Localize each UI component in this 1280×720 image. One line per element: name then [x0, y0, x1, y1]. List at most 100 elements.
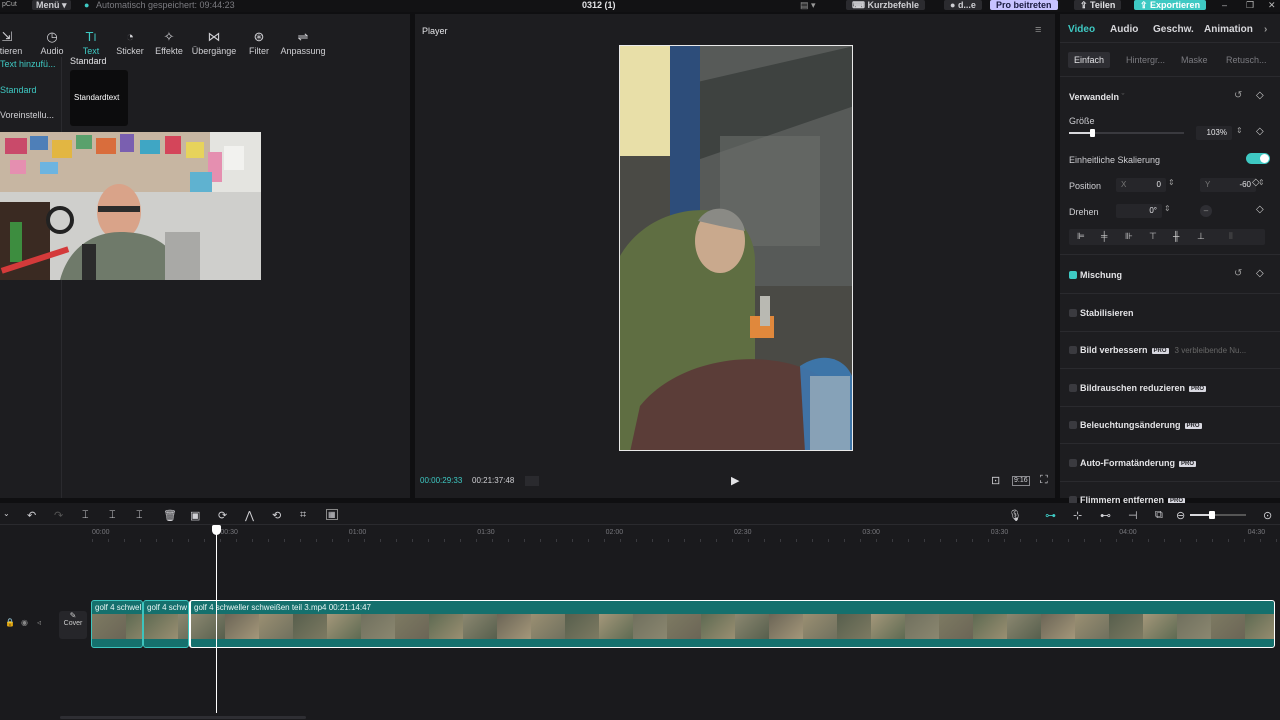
rotate-field[interactable]: 0°: [1116, 204, 1162, 218]
section-checkbox[interactable]: [1069, 421, 1077, 429]
size-field[interactable]: 103%: [1196, 126, 1232, 140]
position-keyframe-icon[interactable]: ◇: [1252, 177, 1260, 188]
cover-button[interactable]: ✎ Cover: [59, 611, 87, 639]
align-bottom-icon[interactable]: ⊥: [1197, 231, 1205, 242]
mute-icon[interactable]: ◃: [37, 618, 41, 627]
ai-feature-icon[interactable]: ▦: [326, 509, 338, 520]
play-icon[interactable]: ▶: [731, 474, 739, 487]
captions-icon[interactable]: ⧉: [1155, 509, 1163, 522]
align-middle-v-icon[interactable]: ╫: [1173, 231, 1179, 241]
nav-add-text[interactable]: Text hinzufü...: [0, 59, 56, 69]
speed-icon[interactable]: ⟳: [218, 509, 227, 522]
zoom-slider-knob[interactable]: [1209, 511, 1215, 519]
timeline-clip[interactable]: golf 4 schwel: [91, 600, 143, 648]
size-slider-knob[interactable]: [1090, 129, 1095, 137]
size-keyframe-icon[interactable]: ◇: [1256, 126, 1264, 137]
video-preview[interactable]: [619, 45, 853, 451]
reset-icon[interactable]: ↺: [1234, 90, 1242, 101]
snapshot-icon[interactable]: ⊡: [991, 474, 1000, 487]
timecode-toggle-icon[interactable]: [525, 476, 539, 486]
tool-adjust[interactable]: ⇌ Anpassung: [278, 30, 328, 57]
size-slider[interactable]: [1069, 129, 1184, 137]
preview-axis-icon[interactable]: ⊣: [1128, 509, 1138, 522]
playhead-handle[interactable]: [212, 525, 221, 535]
tab-speed[interactable]: Geschw.: [1153, 24, 1194, 35]
shortcuts-button[interactable]: ⌨ Kurzbefehle: [846, 0, 926, 10]
close-icon[interactable]: ✕: [1268, 0, 1276, 10]
fullscreen-icon[interactable]: ⛶: [1040, 474, 1048, 487]
section-checkbox[interactable]: [1069, 309, 1077, 317]
main-track-magnet-icon[interactable]: ⊶: [1045, 509, 1056, 522]
microphone-icon[interactable]: 🎙: [1008, 509, 1022, 522]
subtab-retouch[interactable]: Retusch...: [1226, 55, 1267, 65]
rotate-stepper-icon[interactable]: ⇕: [1164, 204, 1171, 213]
user-account-button[interactable]: ● d...e: [944, 0, 982, 10]
rotate-dial-icon[interactable]: –: [1200, 205, 1212, 217]
align-right-icon[interactable]: ⊪: [1125, 231, 1133, 242]
horizontal-scrollbar[interactable]: [60, 716, 306, 719]
link-icon[interactable]: ⊷: [1100, 509, 1111, 522]
chevron-down-icon[interactable]: ⌄: [3, 509, 10, 518]
tab-audio[interactable]: Audio: [1110, 24, 1138, 35]
freeze-icon[interactable]: ▣: [190, 509, 200, 522]
zoom-out-icon[interactable]: ⊖: [1176, 509, 1185, 522]
size-stepper-icon[interactable]: ⇕: [1236, 126, 1243, 135]
delete-icon[interactable]: 🗑: [163, 509, 177, 522]
minimize-icon[interactable]: –: [1222, 0, 1227, 10]
crop-icon[interactable]: ⌗: [300, 509, 306, 522]
maximize-icon[interactable]: ❐: [1246, 0, 1254, 10]
mirror-icon[interactable]: ⋀: [245, 509, 254, 522]
lock-icon[interactable]: 🔒: [5, 618, 15, 627]
align-center-h-icon[interactable]: ╪: [1101, 231, 1107, 241]
undo-icon[interactable]: ↶: [27, 509, 36, 522]
align-top-icon[interactable]: ⊤: [1149, 231, 1157, 242]
section-checkbox[interactable]: [1069, 384, 1077, 392]
standard-text-preset[interactable]: Standardtext: [70, 70, 128, 126]
uniform-scale-toggle[interactable]: [1246, 153, 1270, 164]
nav-standard[interactable]: Standard: [0, 85, 37, 95]
player-menu-icon[interactable]: ≡: [1035, 24, 1041, 36]
tool-effects[interactable]: ✧ Effekte: [144, 30, 194, 57]
timeline-clip-selected[interactable]: golf 4 schweller schweißen teil 3.mp4 00…: [189, 600, 1275, 648]
align-left-icon[interactable]: ⊫: [1077, 231, 1085, 242]
auto-snap-icon[interactable]: ⊹: [1073, 509, 1082, 522]
distribute-icon[interactable]: ⫴: [1229, 231, 1233, 242]
rotate-keyframe-icon[interactable]: ◇: [1256, 204, 1264, 215]
timeline-clip[interactable]: golf 4 schw: [143, 600, 189, 648]
position-y-field[interactable]: Y -60: [1200, 178, 1256, 192]
aspect-ratio-button[interactable]: 9:16: [1012, 476, 1030, 486]
rotate-clip-icon[interactable]: ⟲: [272, 509, 281, 522]
subtab-mask[interactable]: Maske: [1181, 55, 1208, 65]
zoom-fit-icon[interactable]: ⊙: [1263, 509, 1272, 522]
section-title[interactable]: Bildrauschen reduzieren PRO: [1080, 383, 1207, 393]
tab-video[interactable]: Video: [1068, 24, 1095, 35]
section-title[interactable]: Stabilisieren: [1080, 308, 1134, 318]
share-button[interactable]: ⇪ Teilen: [1074, 0, 1122, 10]
zoom-slider[interactable]: [1190, 511, 1246, 519]
playhead[interactable]: [212, 525, 221, 713]
chevron-right-icon[interactable]: ›: [1264, 24, 1267, 35]
blend-reset-icon[interactable]: ↺: [1234, 268, 1242, 279]
layout-icon[interactable]: ▤ ▾: [800, 0, 816, 10]
split-left-icon[interactable]: ⌶: [109, 509, 116, 522]
split-right-icon[interactable]: ⌶: [136, 509, 143, 522]
eye-icon[interactable]: ◉: [21, 618, 28, 627]
section-title[interactable]: Mischung: [1080, 270, 1122, 280]
menu-button[interactable]: Menü ▾: [32, 0, 71, 10]
transform-title[interactable]: Verwandeln ˇ: [1069, 92, 1125, 102]
section-title[interactable]: Bild verbessern PRO 3 verbleibende Nu...: [1080, 345, 1246, 355]
export-button[interactable]: ⇪ Exportieren: [1134, 0, 1207, 10]
subtab-basic[interactable]: Einfach: [1068, 52, 1111, 68]
subtab-background[interactable]: Hintergr...: [1126, 55, 1165, 65]
tab-animation[interactable]: Animation: [1204, 24, 1253, 35]
section-checkbox[interactable]: [1069, 459, 1077, 467]
split-icon[interactable]: ⌶: [82, 509, 89, 522]
pro-join-button[interactable]: Pro beitreten: [990, 0, 1058, 10]
keyframe-icon[interactable]: ◇: [1256, 90, 1264, 101]
position-x-field[interactable]: X0: [1116, 178, 1166, 192]
section-checkbox[interactable]: [1069, 346, 1077, 354]
section-checkbox[interactable]: [1069, 271, 1077, 279]
redo-icon[interactable]: ↷: [54, 509, 63, 522]
tool-transitions[interactable]: ⋈ Übergänge: [189, 30, 239, 57]
tool-filter[interactable]: ⊛ Filter: [234, 30, 284, 57]
